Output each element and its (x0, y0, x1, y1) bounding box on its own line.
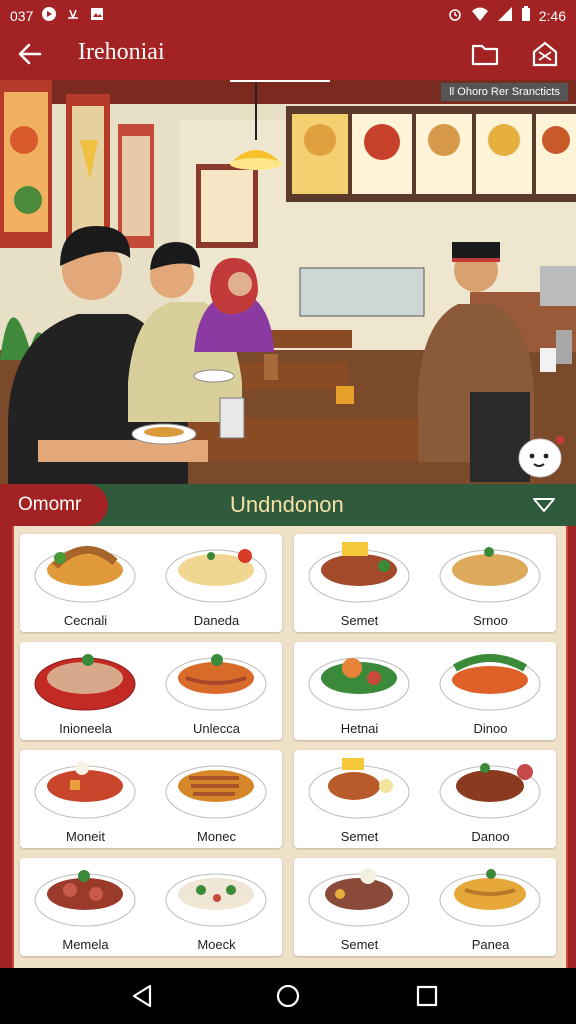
menu-card[interactable]: Moneit Monec (20, 750, 282, 848)
menu-card[interactable]: Semet Panea (294, 858, 556, 956)
menu-item[interactable]: Unlecca (151, 642, 282, 740)
dish-image (165, 654, 267, 711)
folder-icon[interactable] (470, 40, 500, 68)
app-bar: Irehoniai (0, 28, 576, 80)
notification-icon (65, 6, 81, 25)
share-icon[interactable] (530, 40, 560, 68)
status-bar: 037 2:46 (0, 0, 576, 28)
menu-item[interactable]: Moneit (20, 750, 151, 848)
menu-item[interactable]: Semet (294, 534, 425, 632)
restaurant-hero-image: ll Ohoro Rer Srancticts (0, 80, 576, 484)
dish-name: Unlecca (193, 721, 240, 736)
dish-name: Dinoo (473, 721, 508, 736)
menu-card[interactable]: Inioneela Unlecca (20, 642, 282, 740)
nav-home-icon[interactable] (273, 982, 303, 1010)
wifi-icon (471, 6, 489, 25)
dish-image (165, 549, 267, 603)
dish-image (439, 869, 541, 927)
dish-name: Semet (340, 937, 379, 952)
menu-item[interactable]: Cecnali (20, 534, 151, 632)
category-chip[interactable]: Omomr (0, 484, 108, 526)
menu-card[interactable]: Semet Srnoo (294, 534, 556, 632)
dish-image (439, 547, 541, 603)
dish-name: Cecnali (63, 613, 108, 628)
status-time-right: 2:46 (538, 7, 566, 24)
dish-image (34, 545, 136, 603)
dish-name: Panea (471, 937, 510, 952)
page-title: Irehoniai (78, 39, 165, 65)
menu-item[interactable]: Inioneela (20, 642, 151, 740)
menu-grid: Cecnali Daneda Semet Srnoo Inioneela Unl… (12, 526, 568, 968)
dish-image (34, 654, 136, 711)
nav-back-icon[interactable] (128, 982, 158, 1010)
menu-item[interactable]: Srnoo (425, 534, 556, 632)
menu-item[interactable]: Memela (20, 858, 151, 956)
chevron-down-icon[interactable] (532, 496, 556, 514)
image-icon (89, 6, 105, 25)
menu-item[interactable]: Monec (151, 750, 282, 848)
menu-item[interactable]: Dinoo (425, 642, 556, 740)
menu-item[interactable]: Moeck (151, 858, 282, 956)
nav-recents-icon[interactable] (412, 982, 442, 1010)
dish-name: Semet (340, 829, 379, 844)
dish-image (308, 657, 410, 711)
menu-card[interactable]: Hetnai Dinoo (294, 642, 556, 740)
dish-name: Monec (196, 829, 237, 844)
menu-item[interactable]: Daneda (151, 534, 282, 632)
hero-tag: ll Ohoro Rer Srancticts (441, 83, 568, 101)
status-time-left: 037 (10, 7, 34, 24)
dish-image (439, 654, 541, 711)
chat-icon[interactable] (518, 434, 566, 478)
dish-name: Moneit (65, 829, 106, 844)
dish-name: Semet (340, 613, 379, 628)
play-icon (41, 6, 57, 25)
menu-card[interactable]: Semet Danoo (294, 750, 556, 848)
dish-image (308, 868, 410, 927)
menu-item[interactable]: Panea (425, 858, 556, 956)
back-arrow-icon[interactable] (14, 40, 46, 68)
system-nav-bar (0, 968, 576, 1024)
category-selector-label[interactable]: Undndonon (230, 492, 344, 518)
signal-icon (497, 6, 513, 25)
dish-name: Memela (62, 937, 109, 952)
menu-card[interactable]: Memela Moeck (20, 858, 282, 956)
dish-image (439, 763, 541, 819)
category-bar: Omomr Undndonon (0, 484, 576, 526)
menu-item[interactable]: Danoo (425, 750, 556, 848)
dish-name: Srnoo (473, 613, 508, 628)
dish-image (165, 765, 267, 819)
dish-name: Moeck (197, 937, 236, 952)
menu-item[interactable]: Hetnai (294, 642, 425, 740)
menu-item[interactable]: Semet (294, 858, 425, 956)
dish-name: Inioneela (59, 721, 112, 736)
battery-icon (521, 6, 531, 25)
dish-image (34, 870, 136, 927)
dish-name: Daneda (193, 613, 240, 628)
menu-card[interactable]: Cecnali Daneda (20, 534, 282, 632)
dish-image (308, 542, 410, 603)
dish-name: Danoo (471, 829, 510, 844)
dish-name: Hetnai (340, 721, 379, 736)
menu-item[interactable]: Semet (294, 750, 425, 848)
dish-image (34, 761, 136, 819)
dish-image (308, 758, 410, 819)
dish-image (165, 873, 267, 927)
alarm-icon (447, 6, 463, 25)
